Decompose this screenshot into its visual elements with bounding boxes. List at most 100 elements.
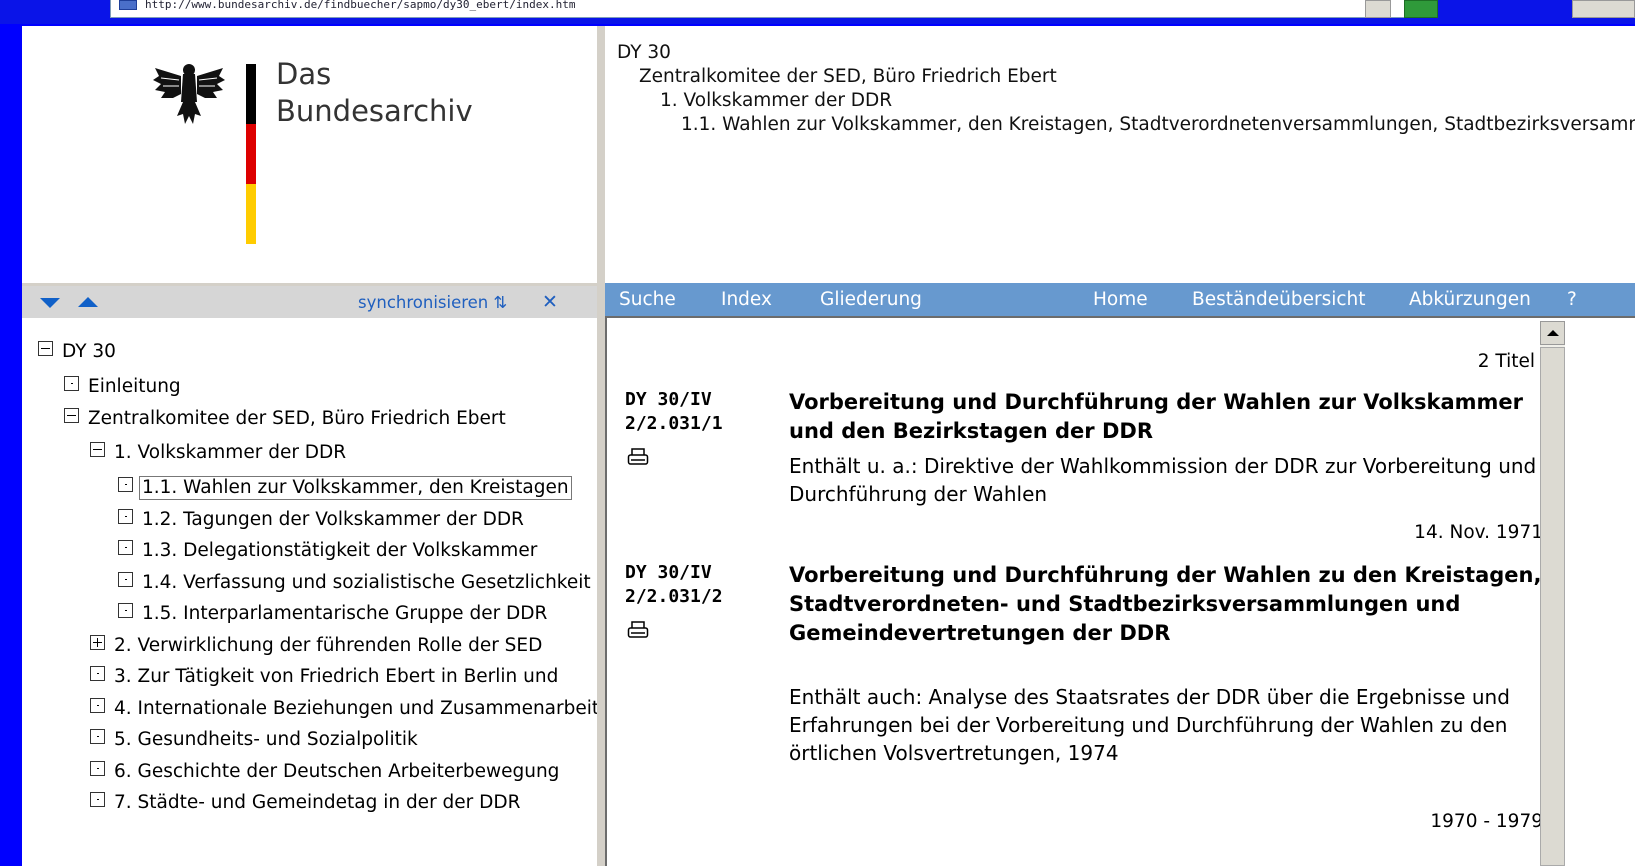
record-title[interactable]: Vorbereitung und Durchführung der Wahlen… [789,561,1549,648]
tree-item-label[interactable]: 1.3. Delegationstätigkeit der Volkskamme… [142,539,537,563]
leaf-icon[interactable] [90,666,105,681]
tree-item-label[interactable]: 3. Zur Tätigkeit von Friedrich Ebert in … [114,665,558,689]
federal-eagle-icon [153,64,225,124]
tree-item[interactable]: 4. Internationale Beziehungen und Zusamm… [90,697,597,721]
record-title[interactable]: Vorbereitung und Durchführung der Wahlen… [789,388,1549,446]
page-icon [119,0,137,10]
breadcrumb: DY 30 Zentralkomitee der SED, Büro Fried… [617,41,1635,137]
printer-icon[interactable] [627,448,649,468]
nav-bestaendeuebersicht[interactable]: Beständeübersicht [1192,289,1366,310]
breadcrumb-level-1: Zentralkomitee der SED, Büro Friedrich E… [639,66,1057,87]
tree-item-label[interactable]: 1. Volkskammer der DDR [114,441,346,465]
record-signature[interactable]: DY 30/IV 2/2.031/1 [625,388,775,436]
tree-item-label[interactable]: 1.1. Wahlen zur Volkskammer, den Kreista… [139,476,572,500]
frameset: Das Bundesarchiv DY 30 Zentralkomitee de… [22,26,1635,866]
address-bar[interactable]: http://www.bundesarchiv.de/findbuecher/s… [110,0,1410,18]
tree-item[interactable]: 1.3. Delegationstätigkeit der Volkskamme… [118,539,537,563]
breadcrumb-level-0: DY 30 [617,42,671,63]
leaf-icon[interactable] [118,572,133,587]
scroll-thumb[interactable] [1540,347,1565,866]
header-frame: DY 30 Zentralkomitee der SED, Büro Fried… [605,26,1635,283]
close-tree-icon[interactable]: ✕ [542,291,558,313]
record-description: Enthält u. a.: Direktive der Wahlkommiss… [789,454,1537,506]
main-navigation-bar: Suche Index Gliederung Home Beständeüber… [605,283,1635,316]
record-signature[interactable]: DY 30/IV 2/2.031/2 [625,561,775,609]
collapse-icon[interactable] [38,341,53,356]
record-item: DY 30/IV 2/2.031/2 Vorbereitung und Durc… [625,561,1543,861]
toolbar-right-area [1572,0,1635,18]
leaf-icon[interactable] [90,729,105,744]
tree-item-label[interactable]: Zentralkomitee der SED, Büro Friedrich E… [88,407,506,431]
tree-item[interactable]: 5. Gesundheits- und Sozialpolitik [90,728,418,752]
scroll-up-button[interactable] [1540,321,1565,345]
flag-black [246,64,256,124]
leaf-icon[interactable] [118,509,133,524]
tree-item[interactable]: Einleitung [64,375,181,399]
synchronize-link[interactable]: synchronisieren ⇅ [358,293,507,312]
content-scrollbar[interactable] [1540,321,1565,866]
address-text: http://www.bundesarchiv.de/findbuecher/s… [145,0,576,11]
record-item: DY 30/IV 2/2.031/1 Vorbereitung und Durc… [625,388,1543,558]
navigation-tree: DY 30 Einleitung Zentralkomitee der SED, B… [22,318,597,866]
frame-splitter-vertical[interactable] [597,26,605,866]
leaf-icon[interactable] [118,540,133,555]
nav-gliederung[interactable]: Gliederung [820,289,922,310]
tree-item[interactable]: 6. Geschichte der Deutschen Arbeiterbewe… [90,760,559,784]
printer-icon[interactable] [627,621,649,641]
nav-home[interactable]: Home [1093,289,1148,310]
tree-item-label[interactable]: 4. Internationale Beziehungen und Zusamm… [114,697,597,721]
tree-item-label[interactable]: DY 30 [62,340,116,364]
nav-help[interactable]: ? [1567,289,1577,310]
collapse-all-icon[interactable] [78,297,98,307]
tree-item[interactable]: 2. Verwirklichung der führenden Rolle de… [90,634,542,658]
record-date: 14. Nov. 1971 [1414,522,1543,543]
breadcrumb-level-3: 1.1. Wahlen zur Volkskammer, den Kreista… [681,114,1635,135]
leaf-icon[interactable] [90,698,105,713]
tree-item-label[interactable]: 2. Verwirklichung der führenden Rolle de… [114,634,542,658]
german-flag-bar [246,64,256,244]
nav-index[interactable]: Index [721,289,772,310]
breadcrumb-level-2: 1. Volkskammer der DDR [660,90,893,111]
tree-item-label[interactable]: 5. Gesundheits- und Sozialpolitik [114,728,418,752]
flag-red [246,124,256,184]
tree-item-label[interactable]: Einleitung [88,375,181,399]
record-signature-line1: DY 30/IV [625,562,712,583]
tree-item[interactable]: 1.4. Verfassung und sozialistische Geset… [118,571,591,595]
tree-item[interactable]: 3. Zur Tätigkeit von Friedrich Ebert in … [90,665,558,689]
content-frame: 2 Titel DY 30/IV 2/2.031/1 Vorbereitung … [605,316,1635,866]
tree-toolbar: synchronisieren ⇅ ✕ [22,286,597,318]
tree-item-label[interactable]: 1.5. Interparlamentarische Gruppe der DD… [142,602,547,626]
logo-frame: Das Bundesarchiv [22,26,597,283]
collapse-icon[interactable] [64,408,79,423]
tree-item[interactable]: 1. Volkskammer der DDR [90,441,346,465]
record-signature-line2: 2/2.031/1 [625,413,723,434]
tree-item[interactable]: 1.2. Tagungen der Volkskammer der DDR [118,508,524,532]
logo-line2: Bundesarchiv [276,94,473,128]
tree-item-label[interactable]: 1.4. Verfassung und sozialistische Geset… [142,571,591,595]
tree-item-label[interactable]: 7. Städte- und Gemeindetag in der der DD… [114,791,521,815]
record-date: 1970 - 1979 [1430,811,1543,832]
tree-item[interactable]: Zentralkomitee der SED, Büro Friedrich E… [64,407,506,431]
expand-icon[interactable] [90,635,105,650]
leaf-icon[interactable] [118,477,133,492]
record-description: Enthält auch: Analyse des Staatsrates de… [789,685,1510,765]
nav-suche[interactable]: Suche [619,289,676,310]
collapse-icon[interactable] [90,442,105,457]
tree-item-label[interactable]: 1.2. Tagungen der Volkskammer der DDR [142,508,524,532]
tree-item[interactable]: DY 30 [38,340,116,364]
leaf-icon[interactable] [118,603,133,618]
tree-item[interactable]: 7. Städte- und Gemeindetag in der der DD… [90,791,521,815]
expand-all-icon[interactable] [40,298,60,308]
leaf-icon[interactable] [90,761,105,776]
browser-address-strip: http://www.bundesarchiv.de/findbuecher/s… [0,0,1635,24]
tree-item[interactable]: 1.1. Wahlen zur Volkskammer, den Kreista… [118,476,572,500]
address-dropdown-button[interactable] [1365,0,1391,18]
logo-line1: Das [276,57,332,91]
leaf-icon[interactable] [64,376,79,391]
go-button[interactable] [1404,0,1438,18]
tree-item-label[interactable]: 6. Geschichte der Deutschen Arbeiterbewe… [114,760,559,784]
bundesarchiv-logo-text: Das Bundesarchiv [276,56,473,130]
nav-abkuerzungen[interactable]: Abkürzungen [1409,289,1531,310]
leaf-icon[interactable] [90,792,105,807]
tree-item[interactable]: 1.5. Interparlamentarische Gruppe der DD… [118,602,547,626]
